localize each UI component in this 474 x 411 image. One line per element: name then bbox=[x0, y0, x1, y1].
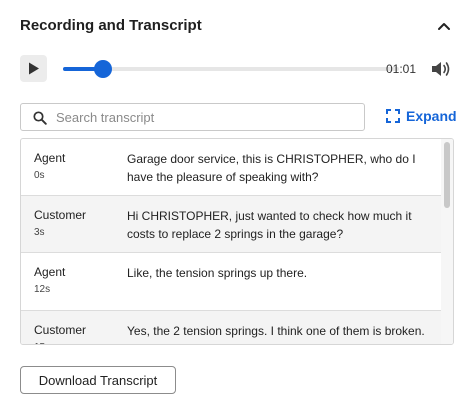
expand-label: Expand bbox=[406, 108, 457, 124]
timestamp: 3s bbox=[34, 227, 45, 238]
chevron-up-icon[interactable] bbox=[434, 16, 454, 36]
scrollbar-thumb[interactable] bbox=[444, 142, 450, 208]
speaker-label: Agent bbox=[34, 265, 66, 279]
transcript-row: Agent 0s Garage door service, this is CH… bbox=[21, 139, 443, 196]
search-input[interactable] bbox=[56, 107, 356, 127]
speaker-label: Customer bbox=[34, 208, 87, 222]
speaker-label: Customer bbox=[34, 323, 87, 337]
section-title: Recording and Transcript bbox=[20, 17, 202, 34]
transcript-row: Customer 3s Hi CHRISTOPHER, just wanted … bbox=[21, 196, 443, 253]
section-header: Recording and Transcript bbox=[20, 14, 454, 40]
speaker-label: Agent bbox=[34, 151, 66, 165]
progress-thumb[interactable] bbox=[94, 60, 113, 78]
timestamp: 12s bbox=[34, 284, 51, 295]
transcript-scrollbar[interactable] bbox=[441, 139, 453, 344]
transcript-row: Customer 15s Yes, the 2 tension springs.… bbox=[21, 311, 443, 344]
timestamp: 0s bbox=[34, 170, 45, 181]
search-box bbox=[20, 103, 365, 131]
play-icon bbox=[29, 62, 39, 75]
play-button[interactable] bbox=[20, 55, 47, 82]
expand-icon bbox=[386, 109, 400, 123]
utterance-text: Yes, the 2 tension springs. I think one … bbox=[127, 324, 425, 344]
progress-slider[interactable] bbox=[63, 60, 399, 78]
audio-player: 01:01 bbox=[20, 55, 454, 85]
utterance-text: Hi CHRISTOPHER, just wanted to check how… bbox=[127, 209, 412, 241]
volume-icon bbox=[432, 62, 450, 76]
volume-button[interactable] bbox=[430, 59, 452, 79]
transcript-row: Agent 12s Like, the tension springs up t… bbox=[21, 253, 443, 311]
search-icon bbox=[33, 111, 47, 125]
download-transcript-button[interactable]: Download Transcript bbox=[20, 366, 176, 394]
utterance-text: Like, the tension springs up there. bbox=[127, 266, 308, 280]
search-row: Expand bbox=[20, 103, 457, 131]
playback-time: 01:01 bbox=[386, 62, 417, 76]
utterance-text: Garage door service, this is CHRISTOPHER… bbox=[127, 152, 416, 184]
timestamp: 15s bbox=[34, 342, 50, 344]
transcript-panel: Agent 0s Garage door service, this is CH… bbox=[20, 138, 454, 345]
